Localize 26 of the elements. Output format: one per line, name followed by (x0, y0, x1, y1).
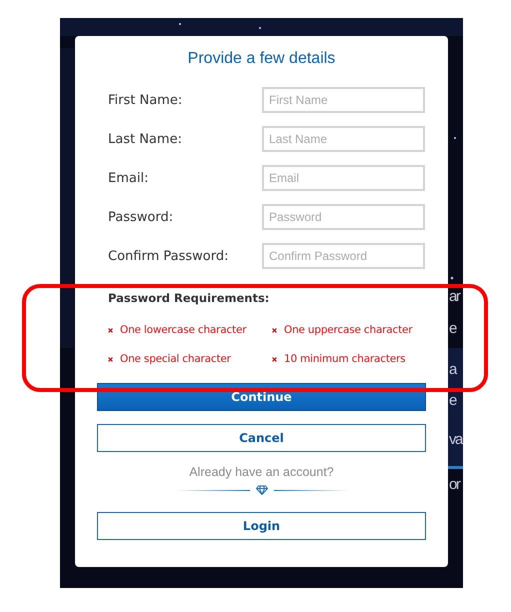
field-label: First Name: (108, 92, 182, 108)
input-field[interactable]: Password (262, 204, 425, 230)
requirement-text: 10 minimum characters (284, 353, 406, 365)
input-field[interactable]: First Name (262, 87, 425, 113)
background-text: e (449, 392, 456, 409)
requirement-text: One special character (120, 353, 231, 365)
input-field[interactable]: Email (262, 165, 425, 191)
background-text: a (449, 361, 456, 378)
field-label: Last Name: (108, 132, 182, 146)
background-text: e (449, 320, 456, 337)
background-text: ar (449, 288, 460, 305)
requirement-text: One uppercase character (284, 324, 412, 336)
requirements-heading: Password Requirements: (108, 291, 270, 305)
login-prompt: Already have an account? (189, 465, 334, 479)
requirement-text: One lowercase character (120, 324, 246, 336)
field-label: Confirm Password: (108, 248, 228, 264)
background-text: or (449, 476, 460, 493)
background-text: va (449, 431, 462, 448)
login-button[interactable]: Login (97, 512, 426, 540)
diamond-icon (256, 485, 268, 495)
field-label: Password: (108, 210, 174, 224)
field-label: Email: (108, 170, 148, 186)
input-field[interactable]: Confirm Password (262, 243, 425, 269)
cancel-button[interactable]: Cancel (97, 424, 426, 452)
dialog-title: Provide a few details (188, 50, 336, 68)
input-field[interactable]: Last Name (262, 126, 425, 152)
